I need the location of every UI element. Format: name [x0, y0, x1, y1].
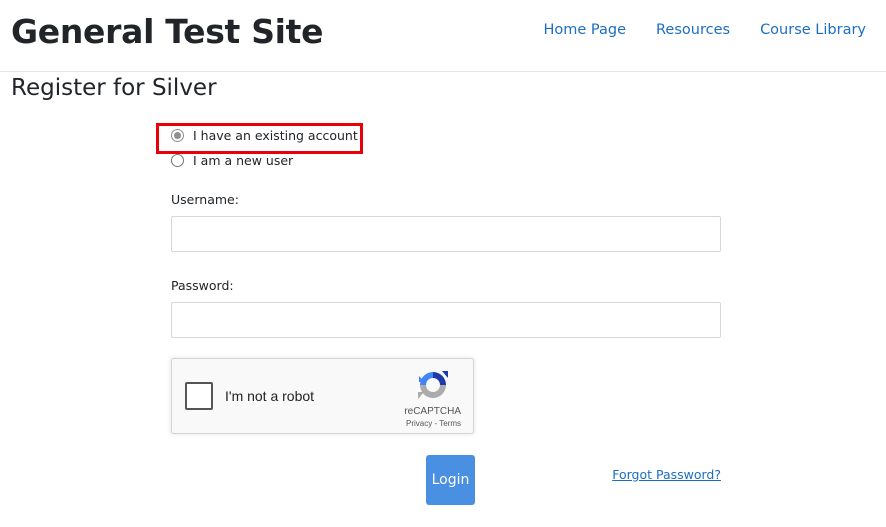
main-nav: Home Page Resources Course Library [543, 22, 866, 38]
login-button[interactable]: Login [426, 455, 475, 505]
recaptcha-widget: I'm not a robot reCAPTCHA Privacy - Term… [171, 358, 474, 434]
radio-label: I am a new user [193, 153, 294, 168]
site-title[interactable]: General Test Site [11, 12, 324, 51]
nav-course-library[interactable]: Course Library [760, 22, 866, 38]
password-label: Password: [171, 278, 234, 293]
radio-label: I have an existing account [193, 128, 358, 143]
radio-existing-account[interactable]: I have an existing account [171, 128, 358, 143]
radio-button[interactable] [171, 154, 184, 167]
recaptcha-brand: reCAPTCHA [404, 406, 461, 417]
password-input[interactable] [171, 302, 721, 338]
recaptcha-label: I'm not a robot [225, 388, 315, 404]
recaptcha-checkbox[interactable] [185, 382, 213, 410]
page-title: Register for Silver [11, 75, 217, 101]
recaptcha-logo-icon [418, 371, 448, 399]
radio-new-user[interactable]: I am a new user [171, 153, 293, 168]
recaptcha-terms-link[interactable]: Terms [439, 419, 461, 428]
nav-resources[interactable]: Resources [656, 22, 730, 38]
site-header: General Test Site Home Page Resources Co… [0, 0, 886, 72]
forgot-password-link[interactable]: Forgot Password? [612, 467, 721, 482]
nav-home-page[interactable]: Home Page [543, 22, 626, 38]
username-label: Username: [171, 192, 239, 207]
recaptcha-privacy-link[interactable]: Privacy [406, 419, 432, 428]
recaptcha-links: Privacy - Terms [406, 419, 461, 428]
username-input[interactable] [171, 216, 721, 252]
radio-button[interactable] [171, 129, 184, 142]
